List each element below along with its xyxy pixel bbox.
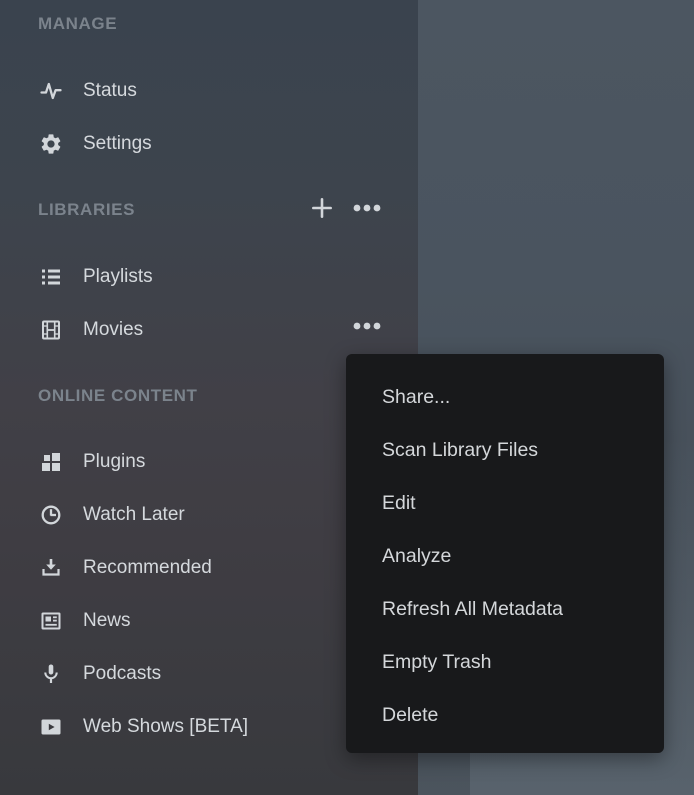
sidebar-item-label: Plugins	[83, 451, 145, 473]
sidebar-item-label: Recommended	[83, 557, 212, 579]
clock-icon	[38, 502, 64, 528]
activity-icon	[38, 78, 64, 104]
microphone-icon	[38, 661, 64, 687]
playlist-icon	[38, 264, 64, 290]
sidebar-item-label: Watch Later	[83, 504, 185, 526]
grid-icon	[38, 449, 64, 475]
sidebar-item-label: Podcasts	[83, 663, 161, 685]
film-icon	[38, 317, 64, 343]
sidebar-item-label: News	[83, 610, 131, 632]
sidebar-item-label: Web Shows [BETA]	[83, 716, 248, 738]
sidebar-item-label: Playlists	[83, 266, 153, 288]
menu-item-edit[interactable]: Edit	[346, 477, 664, 530]
libraries-more-button[interactable]	[347, 193, 387, 223]
sidebar-item-status[interactable]: Status	[0, 78, 418, 104]
sidebar-item-playlists[interactable]: Playlists	[0, 264, 418, 290]
menu-item-delete[interactable]: Delete	[346, 689, 664, 742]
menu-item-empty-trash[interactable]: Empty Trash	[346, 636, 664, 689]
sidebar-item-label: Movies	[83, 319, 143, 341]
gear-icon	[38, 131, 64, 157]
sidebar-item-label: Status	[83, 80, 137, 102]
menu-item-scan-library[interactable]: Scan Library Files	[346, 424, 664, 477]
download-icon	[38, 555, 64, 581]
section-header-manage: MANAGE	[38, 14, 117, 34]
menu-item-share[interactable]: Share...	[346, 371, 664, 424]
library-context-menu: Share... Scan Library Files Edit Analyze…	[346, 354, 664, 753]
section-header-online-content: ONLINE CONTENT	[38, 386, 198, 406]
add-library-button[interactable]	[304, 192, 340, 224]
section-header-libraries: LIBRARIES	[38, 200, 135, 220]
newspaper-icon	[38, 608, 64, 634]
sidebar-item-label: Settings	[83, 133, 152, 155]
menu-item-analyze[interactable]: Analyze	[346, 530, 664, 583]
movies-more-button[interactable]	[347, 311, 387, 341]
menu-item-refresh-metadata[interactable]: Refresh All Metadata	[346, 583, 664, 636]
sidebar-item-settings[interactable]: Settings	[0, 131, 418, 157]
play-square-icon	[38, 714, 64, 740]
